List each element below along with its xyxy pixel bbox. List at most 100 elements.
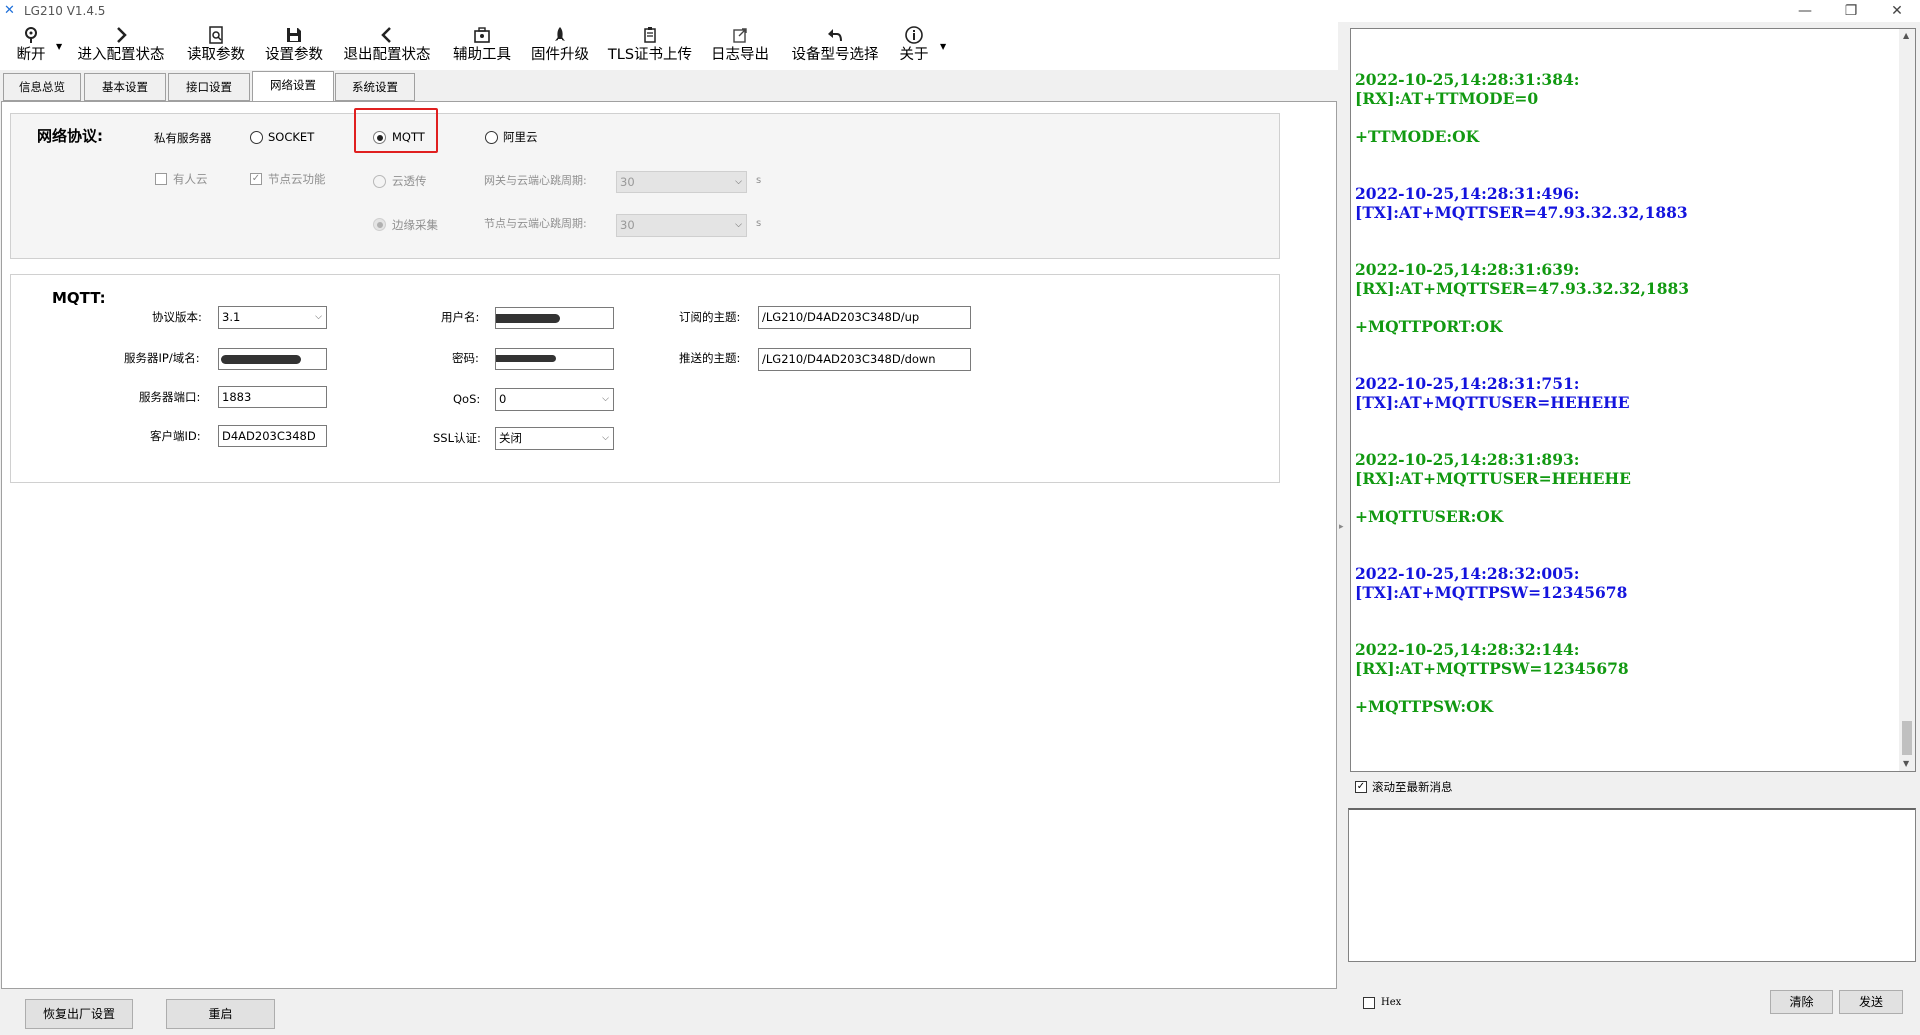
version-select[interactable]: 3.1 ⌵ (218, 306, 327, 329)
gw-heartbeat-unit: s (756, 175, 762, 186)
node-heartbeat-select[interactable]: 30 ⌵ (616, 214, 747, 237)
log-line: +MQTTPORT:OK (1355, 317, 1503, 336)
close-button[interactable]: ✕ (1874, 0, 1920, 22)
minimize-button[interactable]: — (1782, 0, 1828, 22)
log-line: [RX]:AT+MQTTUSER=HEHEHE (1355, 469, 1631, 488)
scroll-latest-checkbox[interactable]: ✓ (1355, 781, 1367, 793)
exit-config-button[interactable]: 退出配置状态 (336, 22, 438, 68)
mqtt-group (10, 274, 1280, 483)
log-export-button[interactable]: 日志导出 (704, 22, 776, 68)
app-logo-icon: ✕ (4, 3, 15, 18)
socket-label[interactable]: SOCKET (268, 129, 314, 145)
tls-upload-button[interactable]: TLS证书上传 (602, 22, 698, 68)
log-line: +MQTTPSW:OK (1355, 697, 1494, 716)
read-params-icon (180, 22, 252, 46)
tab-network[interactable]: 网络设置 (252, 71, 334, 102)
hex-label: Hex (1381, 997, 1402, 1008)
tab-basic[interactable]: 基本设置 (84, 73, 166, 101)
chevron-right-icon (70, 22, 172, 46)
disconnect-button[interactable]: 断开 (10, 22, 52, 68)
chevron-down-icon: ⌵ (735, 220, 742, 230)
edge-collect-label: 边缘采集 (392, 218, 438, 232)
cloud-transparent-radio[interactable] (373, 175, 386, 188)
tab-interface[interactable]: 接口设置 (168, 73, 250, 101)
info-icon (894, 22, 934, 46)
hex-checkbox[interactable] (1363, 997, 1375, 1009)
tab-system[interactable]: 系统设置 (335, 73, 415, 101)
scroll-thumb[interactable] (1902, 721, 1912, 755)
save-icon (258, 22, 330, 46)
export-icon (704, 22, 776, 46)
publish-topic-input[interactable]: /LG210/D4AD203C348D/down (758, 348, 971, 371)
log-line: +MQTTUSER:OK (1355, 507, 1504, 526)
chevron-left-icon (336, 22, 438, 46)
scroll-latest-label: 滚动至最新消息 (1372, 780, 1453, 794)
log-line: [TX]:AT+MQTTUSER=HEHEHE (1355, 393, 1630, 412)
send-button[interactable]: 发送 (1839, 990, 1903, 1014)
window-title: LG210 V1.4.5 (24, 4, 106, 18)
redacted-mark (221, 355, 301, 364)
ssl-label: SSL认证: (433, 431, 481, 445)
server-input[interactable] (218, 348, 327, 370)
qos-label: QoS: (453, 392, 481, 406)
chevron-down-icon: ⌵ (735, 177, 742, 187)
qos-select[interactable]: 0 ⌵ (495, 388, 614, 411)
restore-button[interactable]: ❐ (1828, 0, 1874, 22)
read-params-button[interactable]: 读取参数 (180, 22, 252, 68)
node-cloud-label: 节点云功能 (268, 172, 326, 186)
socket-radio[interactable] (250, 131, 263, 144)
enter-config-button[interactable]: 进入配置状态 (70, 22, 172, 68)
node-heartbeat-label: 节点与云端心跳周期: (484, 217, 587, 230)
mqtt-heading: MQTT: (52, 289, 106, 307)
gw-heartbeat-select[interactable]: 30 ⌵ (616, 171, 747, 193)
ssl-select[interactable]: 关闭 ⌵ (495, 427, 614, 450)
undo-icon (782, 22, 888, 46)
scroll-down-icon[interactable]: ▼ (1903, 759, 1909, 768)
usr-cloud-checkbox[interactable] (155, 173, 167, 185)
protocol-heading: 网络协议: (37, 127, 103, 145)
panel-splitter[interactable]: ▸ (1338, 22, 1348, 990)
factory-reset-button[interactable]: 恢复出厂设置 (25, 999, 133, 1029)
node-cloud-checkbox[interactable]: ✓ (250, 173, 262, 185)
log-line: 2022-10-25,14:28:31:496: (1355, 184, 1580, 203)
log-scrollbar[interactable]: ▲ ▼ (1899, 29, 1915, 771)
log-line: +TTMODE:OK (1355, 127, 1480, 146)
password-label: 密码: (452, 351, 479, 365)
server-label: 服务器IP/域名: (124, 351, 200, 365)
node-heartbeat-unit: s (756, 218, 762, 229)
scroll-up-icon[interactable]: ▲ (1903, 31, 1909, 40)
firmware-upgrade-button[interactable]: 固件升级 (524, 22, 596, 68)
send-input[interactable] (1348, 808, 1916, 962)
aliyun-radio[interactable] (485, 131, 498, 144)
chevron-down-icon: ⌵ (315, 312, 322, 322)
tools-button[interactable]: 辅助工具 (446, 22, 518, 68)
log-line: 2022-10-25,14:28:31:751: (1355, 374, 1580, 393)
tab-overview[interactable]: 信息总览 (3, 73, 81, 101)
version-label: 协议版本: (152, 310, 202, 324)
restart-button[interactable]: 重启 (166, 999, 275, 1029)
usr-cloud-label: 有人云 (173, 172, 208, 186)
rocket-icon (524, 22, 596, 46)
disconnect-dropdown-icon[interactable]: ▼ (56, 42, 62, 51)
client-id-input[interactable]: D4AD203C348D (218, 425, 327, 447)
clear-button[interactable]: 清除 (1770, 990, 1833, 1014)
private-server-label: 私有服务器 (154, 131, 212, 145)
client-id-label: 客户端ID: (150, 429, 201, 443)
username-input[interactable] (495, 307, 614, 329)
about-dropdown-icon[interactable]: ▼ (940, 42, 946, 51)
about-button[interactable]: 关于 (894, 22, 934, 68)
log-line: 2022-10-25,14:28:31:384: (1355, 70, 1580, 89)
set-params-button[interactable]: 设置参数 (258, 22, 330, 68)
port-input[interactable]: 1883 (218, 386, 327, 408)
title-bar: ✕ LG210 V1.4.5 — ❐ ✕ (0, 0, 1920, 22)
splitter-arrow-icon: ▸ (1339, 522, 1344, 532)
aliyun-label[interactable]: 阿里云 (503, 129, 538, 145)
chevron-down-icon: ⌵ (602, 394, 609, 404)
device-model-button[interactable]: 设备型号选择 (782, 22, 888, 68)
subscribe-topic-label: 订阅的主题: (679, 310, 741, 324)
password-input[interactable] (495, 348, 614, 370)
subscribe-topic-input[interactable]: /LG210/D4AD203C348D/up (758, 306, 971, 329)
edge-collect-radio[interactable] (373, 218, 386, 231)
redacted-mark (496, 314, 560, 323)
log-output[interactable]: 2022-10-25,14:28:31:384: [RX]:AT+TTMODE=0… (1350, 28, 1916, 772)
